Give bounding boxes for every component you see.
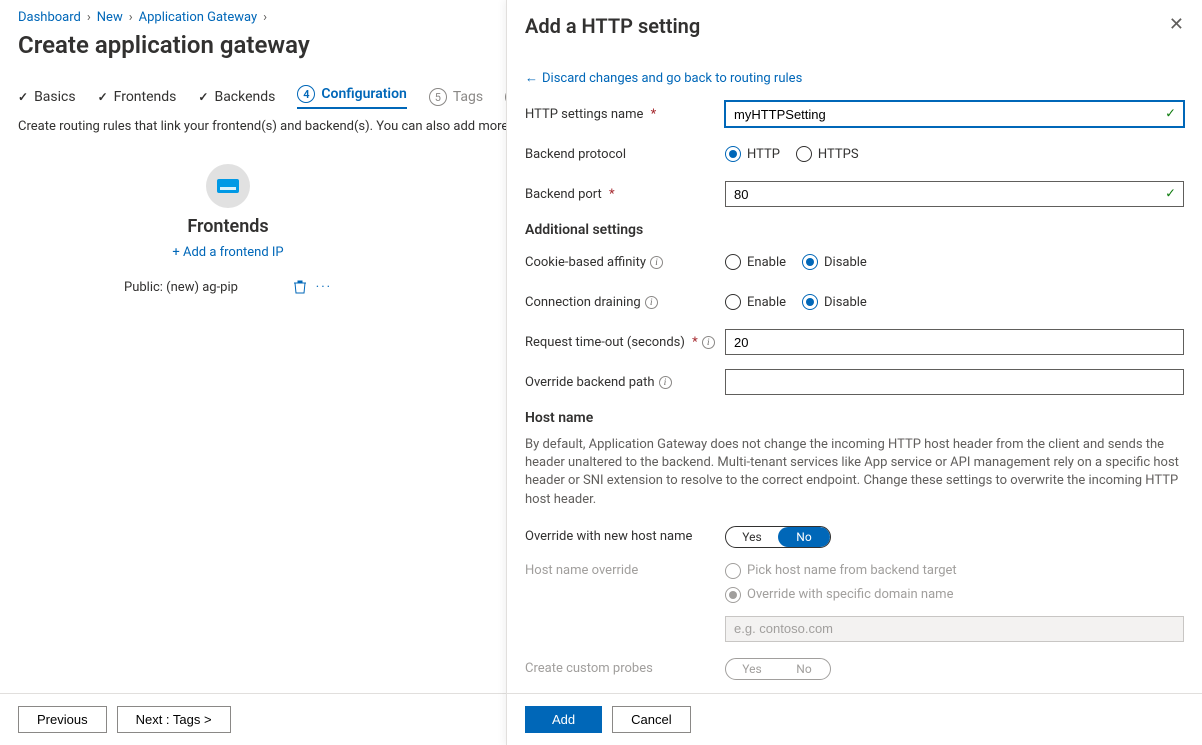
chevron-right-icon: › xyxy=(129,10,133,25)
breadcrumb-new[interactable]: New xyxy=(97,10,123,25)
back-link-label: Discard changes and go back to routing r… xyxy=(542,71,802,86)
step-label: Frontends xyxy=(114,89,177,105)
chevron-right-icon: › xyxy=(263,10,267,25)
frontend-ip-label: Public: (new) ag-pip xyxy=(124,280,238,295)
frontends-icon xyxy=(206,164,250,208)
override-backend-path-input[interactable] xyxy=(725,369,1184,395)
cookie-disable-radio[interactable]: Disable xyxy=(802,254,867,270)
label-connection-draining: Connection draining i xyxy=(525,295,725,310)
step-frontends[interactable]: Frontends xyxy=(98,89,177,105)
http-settings-name-input[interactable] xyxy=(725,101,1184,127)
step-configuration[interactable]: 4 Configuration xyxy=(297,85,406,109)
step-backends[interactable]: Backends xyxy=(198,89,275,105)
step-tags[interactable]: 5 Tags xyxy=(429,88,483,106)
frontend-ip-row: Public: (new) ag-pip ··· xyxy=(118,274,338,301)
http-setting-blade: Add a HTTP setting ✕ ← Discard changes a… xyxy=(506,0,1202,745)
hostname-description: By default, Application Gateway does not… xyxy=(525,436,1184,509)
next-button[interactable]: Next : Tags > xyxy=(117,706,231,733)
info-icon[interactable]: i xyxy=(645,296,658,309)
label-request-timeout: Request time-out (seconds) * i xyxy=(525,335,725,350)
probes-yes: Yes xyxy=(726,659,778,679)
override-host-no[interactable]: No xyxy=(778,527,830,547)
arrow-left-icon: ← xyxy=(525,70,538,86)
frontends-card: Frontends + Add a frontend IP Public: (n… xyxy=(118,164,338,301)
breadcrumb-appgateway[interactable]: Application Gateway xyxy=(139,10,257,25)
step-label: Backends xyxy=(214,89,275,105)
additional-settings-heading: Additional settings xyxy=(525,222,1184,238)
info-icon[interactable]: i xyxy=(650,256,663,269)
hostname-heading: Host name xyxy=(525,410,1184,426)
label-override-backend-path: Override backend path i xyxy=(525,375,725,390)
protocol-http-radio[interactable]: HTTP xyxy=(725,146,780,162)
chevron-right-icon: › xyxy=(87,10,91,25)
step-label: Basics xyxy=(34,89,76,105)
request-timeout-input[interactable] xyxy=(725,329,1184,355)
info-icon[interactable]: i xyxy=(702,336,715,349)
add-button[interactable]: Add xyxy=(525,706,602,733)
custom-probes-switch: Yes No xyxy=(725,658,831,680)
step-label: Configuration xyxy=(321,86,406,102)
more-icon[interactable]: ··· xyxy=(316,280,332,295)
step-number: 4 xyxy=(297,85,315,103)
label-custom-probes: Create custom probes xyxy=(525,661,725,676)
cancel-button[interactable]: Cancel xyxy=(612,706,690,733)
blade-title: Add a HTTP setting xyxy=(525,14,700,38)
probes-no: No xyxy=(778,659,830,679)
host-specific-radio: Override with specific domain name xyxy=(725,587,957,603)
host-from-target-radio: Pick host name from backend target xyxy=(725,563,957,579)
label-host-override: Host name override xyxy=(525,563,725,578)
step-basics[interactable]: Basics xyxy=(18,89,76,105)
close-icon[interactable]: ✕ xyxy=(1169,14,1184,35)
protocol-https-radio[interactable]: HTTPS xyxy=(796,146,859,162)
blade-footer: Add Cancel xyxy=(507,693,1202,745)
override-host-yes[interactable]: Yes xyxy=(726,527,778,547)
backend-port-input[interactable] xyxy=(725,181,1184,207)
info-icon[interactable]: i xyxy=(659,376,672,389)
previous-button[interactable]: Previous xyxy=(18,706,107,733)
label-override-host: Override with new host name xyxy=(525,529,725,544)
label-cookie-affinity: Cookie-based affinity i xyxy=(525,255,725,270)
draining-disable-radio[interactable]: Disable xyxy=(802,294,867,310)
cookie-enable-radio[interactable]: Enable xyxy=(725,254,786,270)
breadcrumb-dashboard[interactable]: Dashboard xyxy=(18,10,81,25)
check-icon xyxy=(198,90,208,104)
draining-enable-radio[interactable]: Enable xyxy=(725,294,786,310)
check-icon xyxy=(18,90,28,104)
label-http-name: HTTP settings name * xyxy=(525,107,725,122)
label-backend-protocol: Backend protocol xyxy=(525,147,725,162)
override-host-switch[interactable]: Yes No xyxy=(725,526,831,548)
add-frontend-ip-link[interactable]: + Add a frontend IP xyxy=(172,245,283,260)
step-number: 5 xyxy=(429,88,447,106)
host-name-input xyxy=(725,616,1184,642)
discard-back-link[interactable]: ← Discard changes and go back to routing… xyxy=(525,70,802,86)
delete-icon[interactable] xyxy=(294,280,306,294)
label-backend-port: Backend port * xyxy=(525,187,725,202)
check-icon xyxy=(98,90,108,104)
frontends-title: Frontends xyxy=(118,216,338,237)
step-label: Tags xyxy=(453,89,483,105)
